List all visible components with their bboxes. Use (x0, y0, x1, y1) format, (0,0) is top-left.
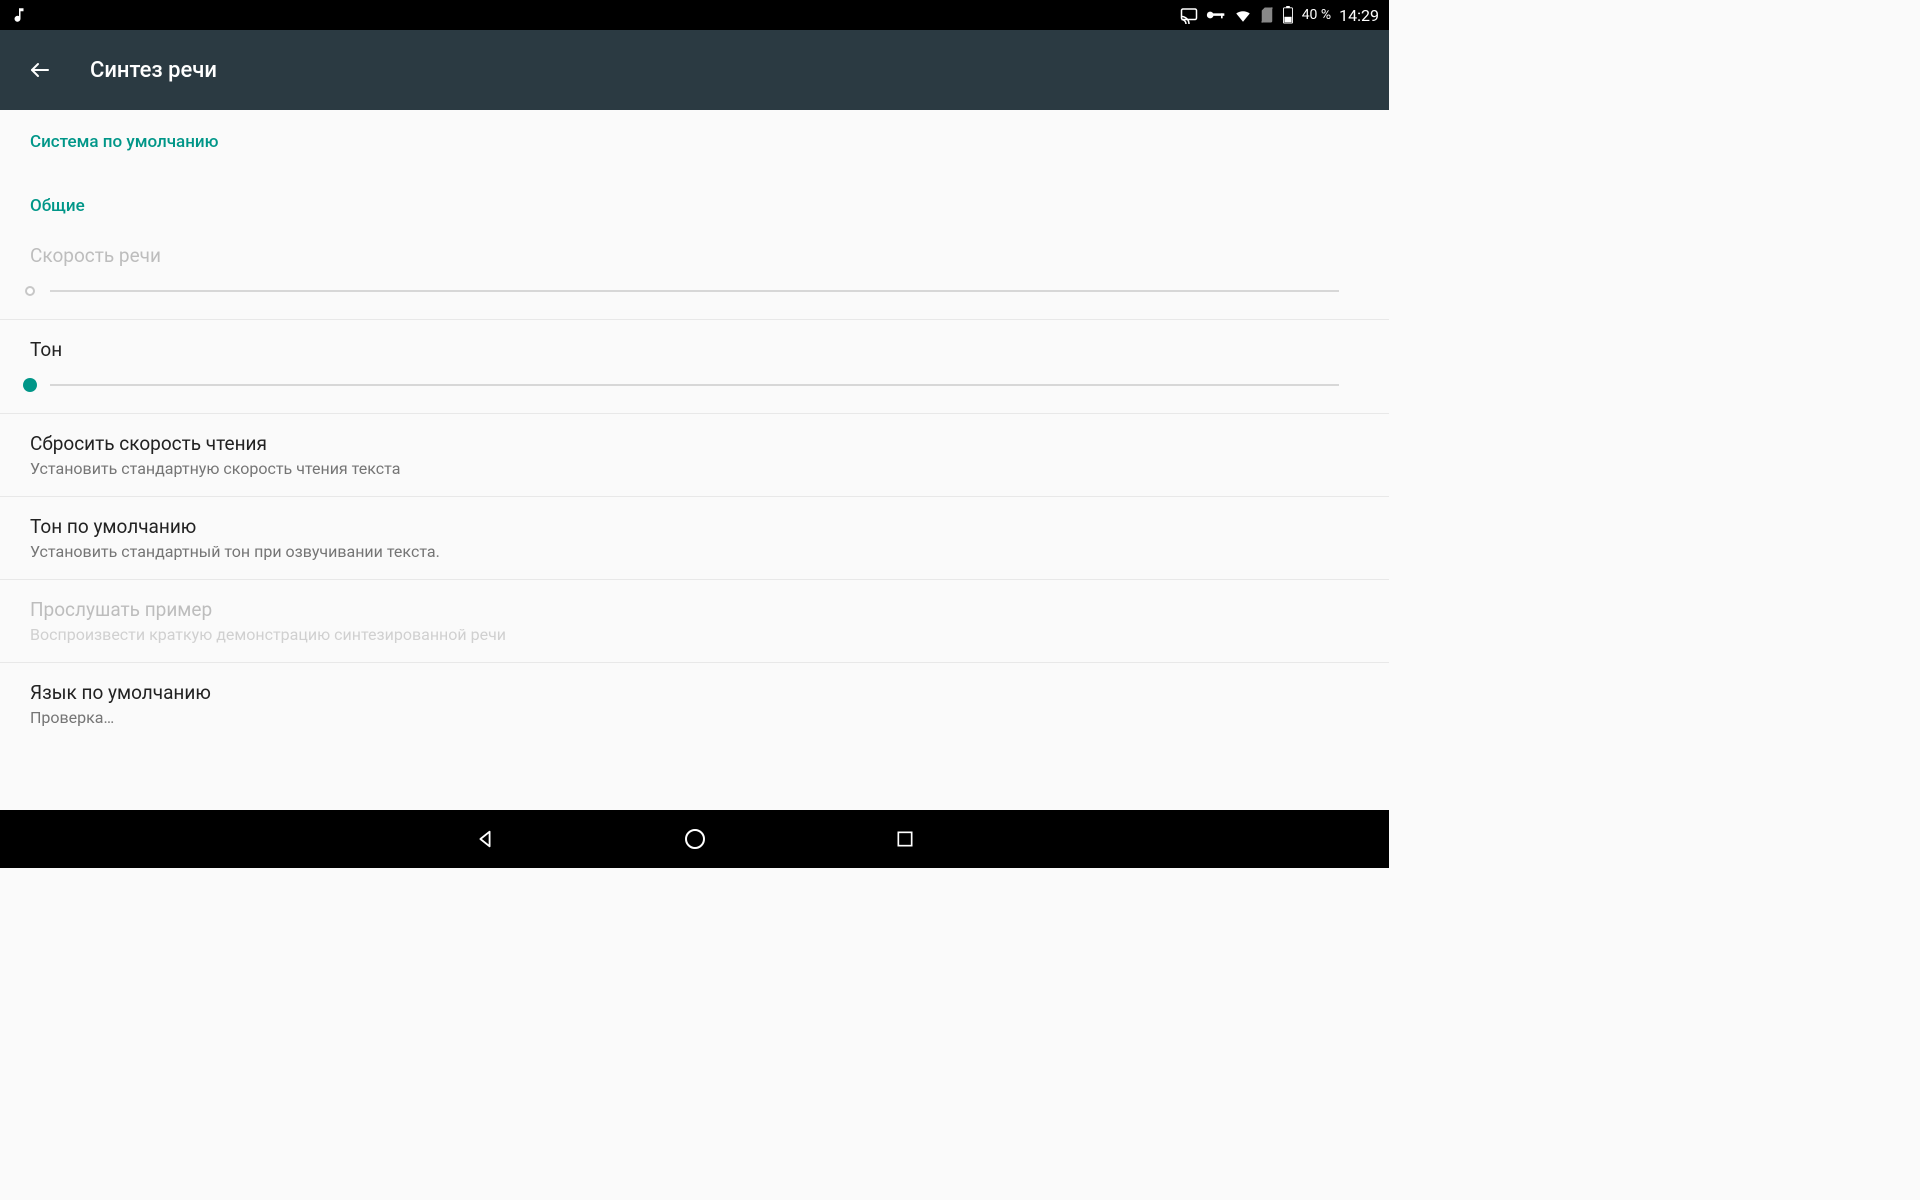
pref-default-pitch[interactable]: Тон по умолчанию Установить стандартный … (0, 497, 1389, 580)
triangle-back-icon (474, 828, 496, 850)
wifi-icon (1234, 6, 1252, 24)
settings-content: Система по умолчанию Общие Скорость речи… (0, 110, 1389, 810)
pref-default-pitch-title: Тон по умолчанию (30, 515, 1359, 538)
navigation-bar (0, 810, 1389, 868)
app-bar: Синтез речи (0, 30, 1389, 110)
pref-reset-rate[interactable]: Сбросить скорость чтения Установить стан… (0, 414, 1389, 497)
pref-pitch-title: Тон (30, 338, 1359, 361)
pref-default-pitch-summary: Установить стандартный тон при озвучиван… (30, 542, 1359, 561)
slider-thumb (25, 286, 35, 296)
pref-listen-example-summary: Воспроизвести краткую демонстрацию синте… (30, 625, 1359, 644)
pref-listen-example-title: Прослушать пример (30, 598, 1359, 621)
music-note-icon (10, 6, 28, 24)
vpn-key-icon (1206, 8, 1226, 22)
back-button[interactable] (20, 50, 60, 90)
pref-speech-rate: Скорость речи (0, 226, 1389, 320)
status-bar: 40 % 14:29 (0, 0, 1389, 30)
slider-track (50, 290, 1339, 292)
pref-listen-example: Прослушать пример Воспроизвести краткую … (0, 580, 1389, 663)
clock: 14:29 (1339, 6, 1379, 25)
page-title: Синтез речи (90, 58, 217, 83)
battery-icon (1282, 6, 1294, 24)
section-default-system[interactable]: Система по умолчанию (0, 110, 1389, 162)
nav-back-button[interactable] (470, 824, 500, 854)
section-general: Общие (0, 162, 1389, 226)
no-sim-icon (1260, 6, 1274, 24)
pref-reset-rate-summary: Установить стандартную скорость чтения т… (30, 459, 1359, 478)
pref-reset-rate-title: Сбросить скорость чтения (30, 432, 1359, 455)
arrow-left-icon (28, 58, 52, 82)
slider-thumb[interactable] (23, 378, 37, 392)
speech-rate-slider (30, 285, 1359, 297)
pref-default-language[interactable]: Язык по умолчанию Проверка… (0, 663, 1389, 745)
pref-speech-rate-title: Скорость речи (30, 244, 1359, 267)
nav-home-button[interactable] (680, 824, 710, 854)
pref-default-language-title: Язык по умолчанию (30, 681, 1359, 704)
slider-track (50, 384, 1339, 386)
cast-icon (1180, 6, 1198, 24)
circle-home-icon (683, 827, 707, 851)
pref-default-language-summary: Проверка… (30, 708, 1359, 727)
pitch-slider[interactable] (30, 379, 1359, 391)
battery-percent: 40 % (1302, 7, 1331, 23)
nav-recents-button[interactable] (890, 824, 920, 854)
square-recents-icon (895, 829, 915, 849)
pref-pitch[interactable]: Тон (0, 320, 1389, 414)
